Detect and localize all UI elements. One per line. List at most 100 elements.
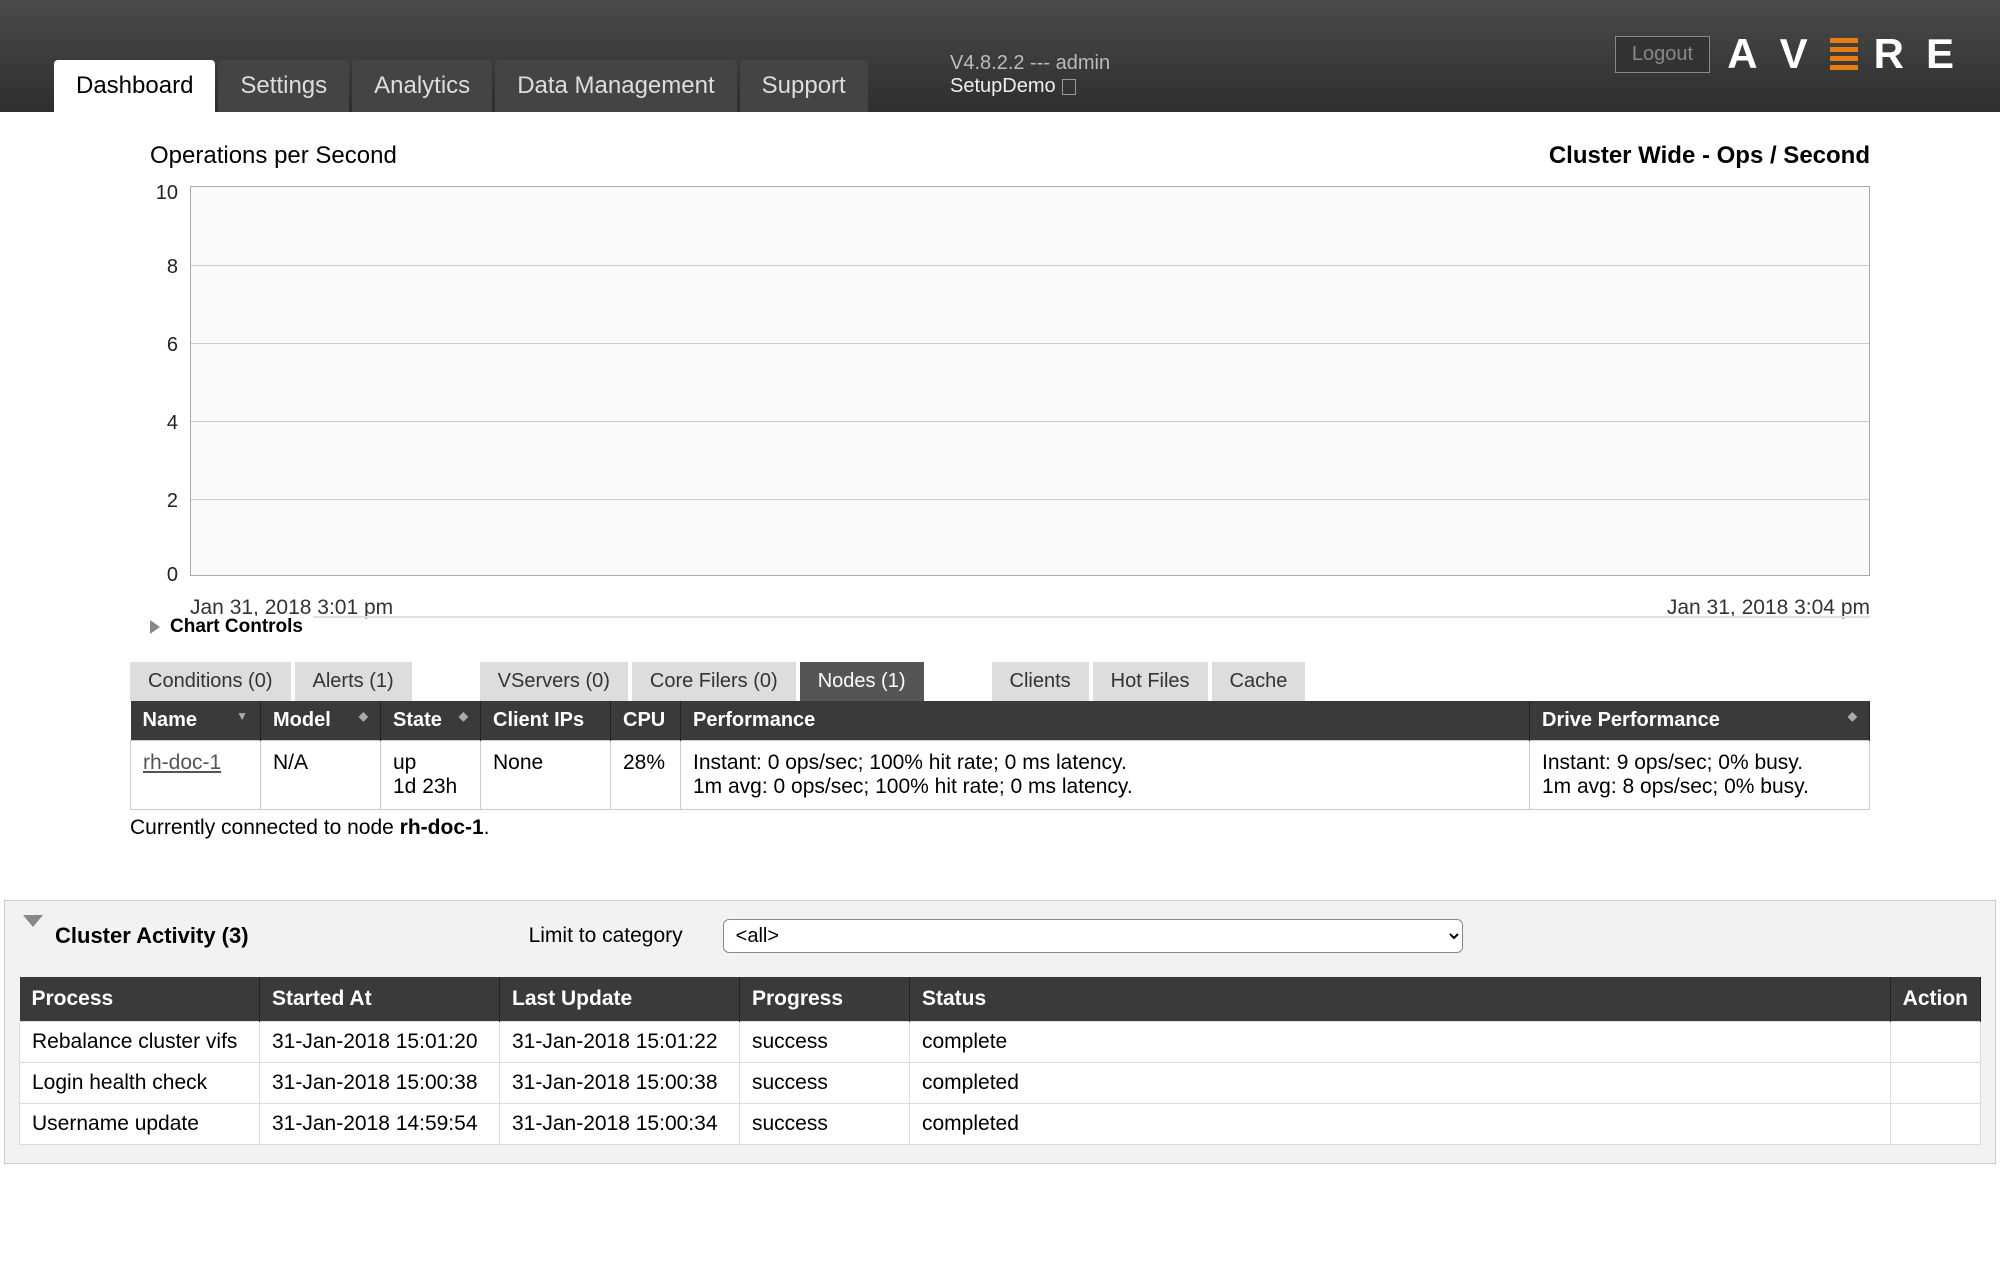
y-axis: 10 8 6 4 2 0 — [150, 186, 186, 576]
plot-area[interactable] — [190, 186, 1870, 576]
cell-client-ips: None — [481, 741, 611, 810]
th-last-update[interactable]: Last Update — [500, 977, 740, 1022]
ytick: 0 — [148, 564, 178, 587]
chart-area: 10 8 6 4 2 0 Jan 31, 2018 3:01 pm Jan 31… — [150, 186, 1870, 596]
cell-started: 31-Jan-2018 14:59:54 — [260, 1104, 500, 1145]
tab-data-management[interactable]: Data Management — [495, 60, 736, 112]
table-row: Username update 31-Jan-2018 14:59:54 31-… — [20, 1104, 1981, 1145]
cell-status: completed — [910, 1104, 1891, 1145]
cell-action — [1890, 1063, 1980, 1104]
sort-icon: ◆ — [359, 709, 368, 723]
cell-status: completed — [910, 1063, 1891, 1104]
cell-updated: 31-Jan-2018 15:01:22 — [500, 1022, 740, 1063]
cell-action — [1890, 1022, 1980, 1063]
chart-subtitle: Cluster Wide - Ops / Second — [1549, 142, 1870, 170]
th-cpu[interactable]: CPU — [611, 701, 681, 741]
table-row: Rebalance cluster vifs 31-Jan-2018 15:01… — [20, 1022, 1981, 1063]
cell-status: complete — [910, 1022, 1891, 1063]
th-status[interactable]: Status — [910, 977, 1891, 1022]
chart-controls-toggle[interactable]: Chart Controls — [140, 616, 313, 638]
cell-updated: 31-Jan-2018 15:00:38 — [500, 1063, 740, 1104]
nodes-table: Name▼ Model◆ State◆ Client IPs CPU Perfo… — [130, 701, 1870, 810]
main-tabs: Dashboard Settings Analytics Data Manage… — [54, 60, 868, 112]
cell-started: 31-Jan-2018 15:00:38 — [260, 1063, 500, 1104]
subtab-alerts[interactable]: Alerts (1) — [295, 662, 412, 701]
cell-action — [1890, 1104, 1980, 1145]
logo-letter-r: R — [1874, 30, 1910, 78]
disclosure-right-icon — [150, 620, 160, 634]
ytick: 10 — [148, 182, 178, 205]
chart-controls-label: Chart Controls — [170, 616, 303, 638]
th-name[interactable]: Name▼ — [131, 701, 261, 741]
logo: A V R E — [1727, 30, 1960, 78]
version-line: V4.8.2.2 --- admin — [950, 52, 1110, 75]
subtab-hot-files[interactable]: Hot Files — [1093, 662, 1208, 701]
subtab-core-filers[interactable]: Core Filers (0) — [632, 662, 796, 701]
spacer — [928, 662, 988, 701]
subtab-nodes[interactable]: Nodes (1) — [800, 662, 924, 701]
tab-analytics[interactable]: Analytics — [352, 60, 492, 112]
cell-progress: success — [740, 1022, 910, 1063]
cell-drive-performance: Instant: 9 ops/sec; 0% busy.1m avg: 8 op… — [1530, 741, 1870, 810]
th-state[interactable]: State◆ — [381, 701, 481, 741]
th-client-ips[interactable]: Client IPs — [481, 701, 611, 741]
ytick: 4 — [148, 412, 178, 435]
main-content: Operations per Second Cluster Wide - Ops… — [0, 112, 2000, 860]
logo-letter-a: A — [1727, 30, 1763, 78]
cell-process: Username update — [20, 1104, 260, 1145]
ytick: 8 — [148, 256, 178, 279]
cell-updated: 31-Jan-2018 15:00:34 — [500, 1104, 740, 1145]
subtab-vservers[interactable]: VServers (0) — [480, 662, 628, 701]
th-drive-performance[interactable]: Drive Performance◆ — [1530, 701, 1870, 741]
node-link[interactable]: rh-doc-1 — [143, 751, 221, 774]
activity-table: Process Started At Last Update Progress … — [19, 977, 1981, 1145]
cell-performance: Instant: 0 ops/sec; 100% hit rate; 0 ms … — [681, 741, 1530, 810]
cell-model: N/A — [261, 741, 381, 810]
tab-support[interactable]: Support — [740, 60, 868, 112]
logo-letter-e — [1830, 38, 1858, 70]
chart-title: Operations per Second — [150, 142, 397, 170]
table-row: rh-doc-1 N/A up1d 23h None 28% Instant: … — [131, 741, 1870, 810]
dashboard-subtabs: Conditions (0) Alerts (1) VServers (0) C… — [130, 662, 1870, 701]
topbar: Logout A V R E V4.8.2.2 --- admin SetupD… — [0, 0, 2000, 112]
cluster-name: SetupDemo — [950, 75, 1110, 98]
th-process[interactable]: Process — [20, 977, 260, 1022]
cell-progress: success — [740, 1063, 910, 1104]
th-performance[interactable]: Performance — [681, 701, 1530, 741]
cell-process: Rebalance cluster vifs — [20, 1022, 260, 1063]
activity-title: Cluster Activity (3) — [55, 923, 249, 949]
cell-cpu: 28% — [611, 741, 681, 810]
subtab-clients[interactable]: Clients — [992, 662, 1089, 701]
sort-icon: ◆ — [459, 709, 468, 723]
th-model[interactable]: Model◆ — [261, 701, 381, 741]
version-info: V4.8.2.2 --- admin SetupDemo — [950, 52, 1110, 98]
connected-node-note: Currently connected to node rh-doc-1. — [130, 816, 1870, 840]
th-started-at[interactable]: Started At — [260, 977, 500, 1022]
ytick: 6 — [148, 334, 178, 357]
logo-letter-e2: E — [1926, 30, 1960, 78]
logout-button[interactable]: Logout — [1615, 36, 1710, 73]
subtab-conditions[interactable]: Conditions (0) — [130, 662, 291, 701]
spacer — [416, 662, 476, 701]
cell-started: 31-Jan-2018 15:01:20 — [260, 1022, 500, 1063]
subtab-cache[interactable]: Cache — [1212, 662, 1306, 701]
cell-process: Login health check — [20, 1063, 260, 1104]
ytick: 2 — [148, 490, 178, 513]
sort-icon: ▼ — [236, 709, 248, 723]
note-icon — [1062, 79, 1076, 95]
activity-header: Cluster Activity (3) Limit to category <… — [19, 919, 1981, 953]
logo-letter-v: V — [1780, 30, 1814, 78]
chart-header: Operations per Second Cluster Wide - Ops… — [150, 142, 1870, 170]
tab-dashboard[interactable]: Dashboard — [54, 60, 215, 112]
sort-icon: ◆ — [1848, 709, 1857, 723]
chart-controls: Chart Controls — [140, 616, 1870, 618]
cluster-activity-panel: Cluster Activity (3) Limit to category <… — [4, 900, 1996, 1164]
disclosure-down-icon[interactable] — [23, 915, 43, 927]
cell-state: up1d 23h — [381, 741, 481, 810]
tab-settings[interactable]: Settings — [218, 60, 349, 112]
th-action[interactable]: Action — [1890, 977, 1980, 1022]
category-select[interactable]: <all> — [723, 919, 1463, 953]
cell-progress: success — [740, 1104, 910, 1145]
th-progress[interactable]: Progress — [740, 977, 910, 1022]
category-label: Limit to category — [529, 924, 683, 948]
